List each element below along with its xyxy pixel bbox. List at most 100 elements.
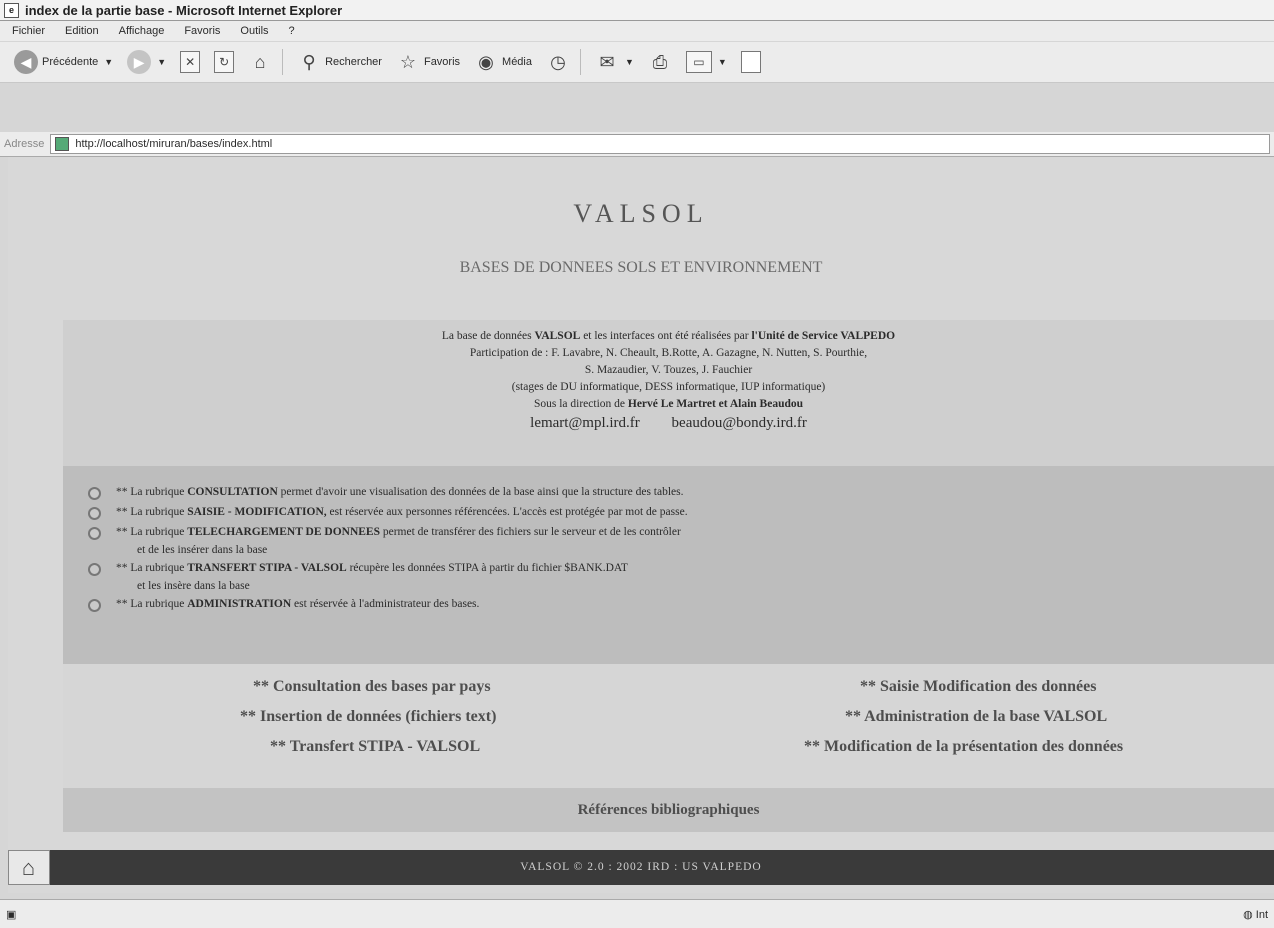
credits-bold: Hervé Le Martret et Alain Beaudou [627, 398, 804, 410]
list-item-text: ** La rubrique SAISIE - MODIFICATION, es… [116, 502, 1274, 522]
list-item-text: ** La rubrique ADMINISTRATION est réserv… [116, 594, 1274, 614]
bullet-icon [88, 527, 101, 540]
link-transfert[interactable]: ** Transfert STIPA - VALSOL [270, 738, 480, 756]
email-link-2[interactable]: beaudou@bondy.ird.fr [672, 415, 807, 431]
link-modification-presentation[interactable]: ** Modification de la présentation des d… [804, 738, 1123, 756]
media-button[interactable]: ◉ Média [474, 50, 532, 74]
list-item: ** La rubrique TELECHARGEMENT DE DONNEES… [63, 522, 1274, 558]
back-button[interactable]: ◀ Précédente ▼ [14, 50, 113, 74]
section-name: CONSULTATION [187, 486, 278, 498]
address-input[interactable]: http://localhost/miruran/bases/index.htm… [50, 134, 1270, 154]
toolbar-separator [580, 49, 581, 75]
credits-line-5: Sous la direction de Hervé Le Martret et… [63, 396, 1274, 413]
list-item-text: ** La rubrique TELECHARGEMENT DE DONNEES… [116, 522, 1274, 542]
address-label: Adresse [4, 138, 45, 150]
chevron-down-icon: ▼ [157, 57, 167, 67]
history-button[interactable]: ◷ [546, 50, 570, 74]
bullet-icon [88, 563, 101, 576]
list-item-text: ** La rubrique TRANSFERT STIPA - VALSOL … [116, 558, 1274, 578]
browser-toolbar: ◀ Précédente ▼ ▶ ▼ ✕ ↻ ⌂ ⚲ Rechercher ☆ … [0, 42, 1274, 83]
favorites-button[interactable]: ☆ Favoris [396, 50, 460, 74]
stop-icon: ✕ [180, 51, 201, 73]
search-button[interactable]: ⚲ Rechercher [297, 50, 382, 74]
printer-icon: ⎙ [652, 51, 668, 72]
section-text: ** La rubrique [116, 506, 188, 518]
search-label: Rechercher [325, 56, 382, 68]
messenger-icon [740, 51, 761, 73]
section-text: permet de transférer des fichiers sur le… [380, 526, 681, 538]
menu-edition[interactable]: Edition [65, 25, 99, 37]
mail-button[interactable]: ✉ ▼ [595, 50, 633, 74]
list-item: ** La rubrique SAISIE - MODIFICATION, es… [63, 502, 1274, 522]
menu-outils[interactable]: Outils [240, 25, 268, 37]
print-button[interactable]: ⎙ [648, 50, 672, 74]
link-administration[interactable]: ** Administration de la base VALSOL [845, 708, 1107, 726]
search-icon: ⚲ [302, 51, 316, 72]
list-item-continuation: et de les insérer dans la base [137, 544, 268, 556]
menu-favoris[interactable]: Favoris [184, 25, 220, 37]
history-icon: ◷ [550, 51, 566, 72]
navigation-links: ** Consultation des bases par pays ** In… [63, 664, 1274, 788]
window-title: index de la partie base - Microsoft Inte… [25, 2, 343, 18]
credits-text: Sous la direction de [533, 398, 628, 410]
bullet-icon [88, 507, 101, 520]
refresh-button[interactable]: ↻ [214, 51, 235, 73]
chevron-down-icon: ▼ [717, 57, 727, 67]
status-zone: ◍ Int [1243, 908, 1268, 921]
page-icon [55, 137, 70, 151]
page-subtitle: BASES DE DONNEES SOLS ET ENVIRONNEMENT [459, 259, 823, 276]
list-item: ** La rubrique ADMINISTRATION est réserv… [63, 594, 1274, 614]
section-text: récupère les données STIPA à partir du f… [346, 562, 628, 574]
email-link-1[interactable]: lemart@mpl.ird.fr [530, 415, 640, 431]
section-name: TRANSFERT STIPA - VALSOL [187, 562, 347, 574]
credits-line-1: La base de données VALSOL et les interfa… [63, 328, 1274, 345]
biblio-link[interactable]: Références bibliographiques [63, 788, 1274, 832]
toolbar-separator [282, 49, 284, 75]
media-icon: ◉ [478, 51, 494, 72]
list-item-continuation: et les insère dans la base [137, 580, 250, 592]
star-icon: ☆ [399, 51, 417, 72]
favorites-label: Favoris [423, 56, 461, 68]
menu-affichage[interactable]: Affichage [119, 25, 165, 37]
globe-icon: ◍ [1243, 908, 1253, 921]
home-toolbar-button[interactable]: ⌂ [248, 50, 272, 74]
section-name: TELECHARGEMENT DE DONNEES [187, 526, 380, 538]
messenger-button[interactable] [740, 51, 761, 73]
section-text: ** La rubrique [116, 486, 188, 498]
link-insertion[interactable]: ** Insertion de données (fichiers text) [240, 708, 496, 726]
section-text: ** La rubrique [116, 526, 188, 538]
stop-button[interactable]: ✕ [180, 51, 201, 73]
back-label: Précédente [42, 56, 99, 68]
address-bar: Adresse http://localhost/miruran/bases/i… [0, 132, 1274, 157]
edit-button[interactable]: ▭ ▼ [685, 51, 727, 73]
list-item: ** La rubrique CONSULTATION permet d'avo… [63, 482, 1274, 502]
forward-arrow-icon: ▶ [127, 50, 152, 74]
section-text: ** La rubrique [116, 598, 188, 610]
credits-line-2: Participation de : F. Lavabre, N. Cheaul… [469, 347, 868, 359]
section-text: permet d'avoir une visualisation des don… [277, 486, 684, 498]
link-saisie[interactable]: ** Saisie Modification des données [860, 678, 1096, 696]
mail-icon: ✉ [599, 51, 615, 72]
page-content: VALSOL BASES DE DONNEES SOLS ET ENVIRONN… [8, 157, 1274, 893]
window-titlebar: e index de la partie base - Microsoft In… [0, 0, 1274, 21]
status-bar: ▣ ◍ Int [0, 899, 1274, 928]
section-text: est réservée aux personnes référencées. … [326, 506, 688, 518]
credits-panel: La base de données VALSOL et les interfa… [63, 320, 1274, 466]
credits-bold: VALSOL [534, 330, 581, 342]
menu-fichier[interactable]: Fichier [12, 25, 45, 37]
credits-text: La base de données [441, 330, 535, 342]
credits-text: et les interfaces ont été réalisées par [580, 330, 752, 342]
back-arrow-icon: ◀ [14, 50, 38, 74]
forward-button[interactable]: ▶ ▼ [127, 50, 166, 74]
home-icon: ⌂ [254, 51, 266, 72]
menu-help[interactable]: ? [289, 25, 295, 37]
link-consultation[interactable]: ** Consultation des bases par pays [253, 678, 491, 696]
credits-line-3: S. Mazaudier, V. Touzes, J. Fauchier [584, 364, 753, 376]
section-text: ** La rubrique [116, 562, 188, 574]
ie-logo-icon: e [4, 2, 19, 18]
home-button[interactable]: ⌂ [8, 850, 50, 885]
menu-bar: Fichier Edition Affichage Favoris Outils… [0, 21, 1274, 41]
list-item-text: ** La rubrique CONSULTATION permet d'avo… [116, 482, 1274, 502]
refresh-icon: ↻ [214, 51, 235, 73]
list-item: ** La rubrique TRANSFERT STIPA - VALSOL … [63, 558, 1274, 594]
